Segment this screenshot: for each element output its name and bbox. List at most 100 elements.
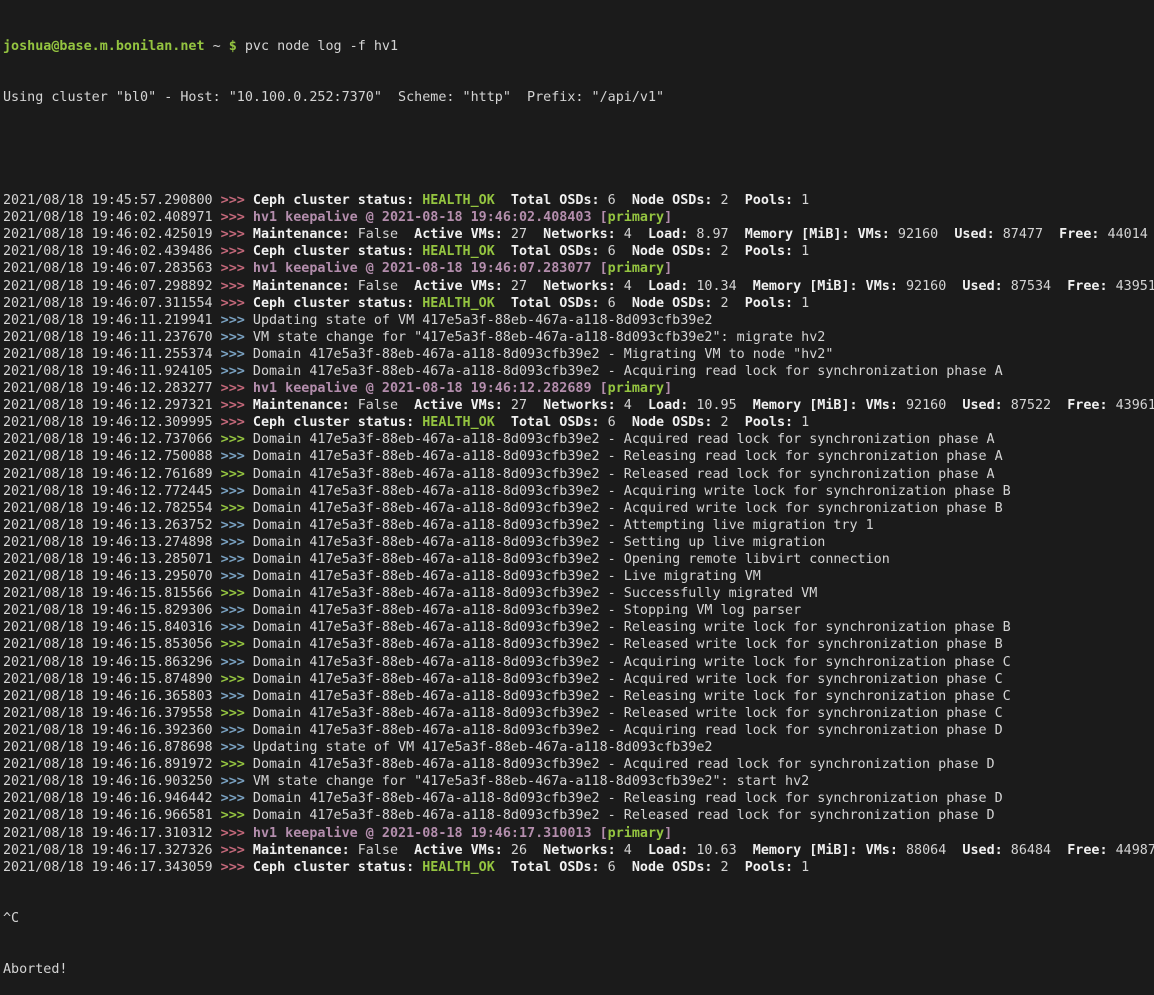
log-segment: 10.34 <box>688 279 753 294</box>
log-segment: Memory [MiB]: <box>753 279 858 294</box>
log-segment: Domain 417e5a3f-88eb-467a-a118-8d093cfb3… <box>253 535 825 550</box>
log-segment: 2021/08/18 19:46:17.327326 <box>3 843 221 858</box>
log-segment: Domain 417e5a3f-88eb-467a-a118-8d093cfb3… <box>253 501 1003 516</box>
log-segment: Networks: <box>543 843 616 858</box>
log-line: 2021/08/18 19:46:12.737066 >>> Domain 41… <box>3 431 1154 448</box>
log-segment: 2021/08/18 19:46:07.283563 <box>3 261 221 276</box>
log-segment: 6 <box>600 244 632 259</box>
log-segment: Active VMs: <box>414 279 503 294</box>
log-segment: 2021/08/18 19:46:17.343059 <box>3 860 221 875</box>
log-segment: 2021/08/18 19:46:13.285071 <box>3 552 221 567</box>
log-segment: hv1 keepalive @ 2021-08-18 19:46:12.2826… <box>253 381 608 396</box>
log-segment: 2021/08/18 19:46:12.750088 <box>3 449 221 464</box>
log-line: 2021/08/18 19:46:12.750088 >>> Domain 41… <box>3 448 1154 465</box>
log-segment: VMs: <box>866 279 898 294</box>
log-segment: Updating state of VM 417e5a3f-88eb-467a-… <box>253 313 713 328</box>
log-line: 2021/08/18 19:46:02.408971 >>> hv1 keepa… <box>3 209 1154 226</box>
log-segment: 2021/08/18 19:46:16.878698 <box>3 740 221 755</box>
log-segment: 2021/08/18 19:46:02.408971 <box>3 210 221 225</box>
log-segment: hv1 keepalive @ 2021-08-18 19:46:02.4084… <box>253 210 608 225</box>
log-segment: False <box>350 227 415 242</box>
log-segment: HEALTH_OK <box>422 244 495 259</box>
log-segment: >>> <box>221 381 253 396</box>
log-segment: Pools: <box>745 860 793 875</box>
aborted-line: Aborted! <box>3 961 1154 978</box>
log-line: 2021/08/18 19:46:15.863296 >>> Domain 41… <box>3 654 1154 671</box>
log-output: 2021/08/18 19:45:57.290800 >>> Ceph clus… <box>3 192 1154 876</box>
log-segment: 2021/08/18 19:46:15.863296 <box>3 655 221 670</box>
log-segment: ] <box>664 210 672 225</box>
log-segment: 2021/08/18 19:45:57.290800 <box>3 193 221 208</box>
log-segment: ] <box>664 381 672 396</box>
log-segment: Pools: <box>745 193 793 208</box>
log-segment: 92160 <box>898 398 963 413</box>
log-segment: Total OSDs: <box>511 296 600 311</box>
prompt-symbol: $ <box>229 39 237 54</box>
log-segment: 44014 <box>1099 227 1147 242</box>
log-segment: 87477 <box>995 227 1060 242</box>
log-segment: Ceph cluster status: <box>253 860 414 875</box>
log-segment: Maintenance: <box>253 279 350 294</box>
log-segment: >>> <box>221 227 253 242</box>
log-segment: Active VMs: <box>414 398 503 413</box>
log-line: 2021/08/18 19:46:17.310312 >>> hv1 keepa… <box>3 825 1154 842</box>
log-segment: 2 <box>712 296 744 311</box>
log-segment: >>> <box>221 364 253 379</box>
log-segment: Domain 417e5a3f-88eb-467a-a118-8d093cfb3… <box>253 723 1003 738</box>
prompt-command: pvc node log -f hv1 <box>237 39 398 54</box>
log-segment: Used: <box>954 227 994 242</box>
log-segment: Memory [MiB]: <box>753 843 858 858</box>
log-segment <box>495 415 511 430</box>
log-line: 2021/08/18 19:46:11.237670 >>> VM state … <box>3 329 1154 346</box>
log-line: 2021/08/18 19:46:13.263752 >>> Domain 41… <box>3 517 1154 534</box>
log-segment: 2021/08/18 19:46:11.219941 <box>3 313 221 328</box>
log-line: 2021/08/18 19:46:15.840316 >>> Domain 41… <box>3 619 1154 636</box>
log-segment: Used: <box>962 398 1002 413</box>
log-segment: 2021/08/18 19:46:11.255374 <box>3 347 221 362</box>
log-segment: >>> <box>221 672 253 687</box>
log-segment: >>> <box>221 808 253 823</box>
log-segment: Domain 417e5a3f-88eb-467a-a118-8d093cfb3… <box>253 808 995 823</box>
log-segment: Memory [MiB]: <box>745 227 850 242</box>
log-line: 2021/08/18 19:46:16.891972 >>> Domain 41… <box>3 756 1154 773</box>
log-segment: >>> <box>221 449 253 464</box>
interrupt-line: ^C <box>3 910 1154 927</box>
log-segment: ] <box>664 261 672 276</box>
log-segment: >>> <box>221 432 253 447</box>
log-segment: 2021/08/18 19:46:16.946442 <box>3 791 221 806</box>
log-line: 2021/08/18 19:46:16.946442 >>> Domain 41… <box>3 790 1154 807</box>
log-segment: 2021/08/18 19:46:15.874890 <box>3 672 221 687</box>
log-segment: Memory [MiB]: <box>753 398 858 413</box>
log-segment: 2021/08/18 19:46:12.309995 <box>3 415 221 430</box>
log-segment: Domain 417e5a3f-88eb-467a-a118-8d093cfb3… <box>253 637 1003 652</box>
log-segment: Ceph cluster status: <box>253 193 414 208</box>
log-segment <box>495 296 511 311</box>
terminal[interactable]: joshua@base.m.bonilan.net ~ $ pvc node l… <box>0 0 1154 774</box>
log-segment: Domain 417e5a3f-88eb-467a-a118-8d093cfb3… <box>253 432 995 447</box>
log-segment: 92160 <box>898 279 963 294</box>
log-segment <box>858 279 866 294</box>
log-segment: 2021/08/18 19:46:13.274898 <box>3 535 221 550</box>
log-segment: ] <box>664 826 672 841</box>
log-segment: 2021/08/18 19:46:07.298892 <box>3 279 221 294</box>
log-segment: Free: <box>1067 843 1107 858</box>
log-segment: >>> <box>221 296 253 311</box>
log-segment: 2021/08/18 19:46:16.966581 <box>3 808 221 823</box>
log-segment: >>> <box>221 706 253 721</box>
log-segment: 4 <box>616 227 648 242</box>
log-line: 2021/08/18 19:46:17.327326 >>> Maintenan… <box>3 842 1154 859</box>
log-segment: >>> <box>221 740 253 755</box>
log-segment: Domain 417e5a3f-88eb-467a-a118-8d093cfb3… <box>253 467 995 482</box>
log-segment: Active VMs: <box>414 843 503 858</box>
log-segment: 2021/08/18 19:46:15.829306 <box>3 603 221 618</box>
log-segment: Domain 417e5a3f-88eb-467a-a118-8d093cfb3… <box>253 347 833 362</box>
log-line: 2021/08/18 19:46:11.255374 >>> Domain 41… <box>3 346 1154 363</box>
log-segment: >>> <box>221 569 253 584</box>
log-segment: >>> <box>221 535 253 550</box>
log-segment: False <box>350 279 415 294</box>
log-segment: Domain 417e5a3f-88eb-467a-a118-8d093cfb3… <box>253 620 1011 635</box>
log-segment: Free: <box>1059 227 1099 242</box>
log-segment: 6 <box>600 860 632 875</box>
log-segment: Total OSDs: <box>511 244 600 259</box>
log-segment <box>495 193 511 208</box>
